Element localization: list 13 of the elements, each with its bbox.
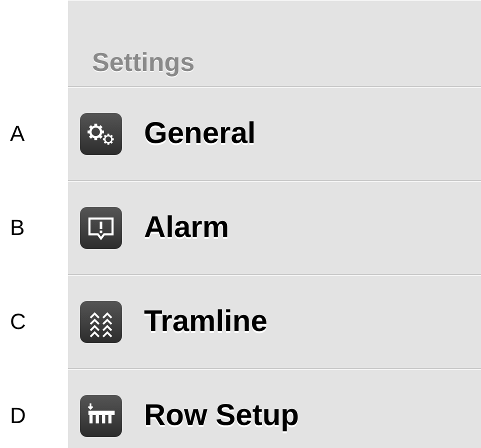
row-letter: C bbox=[10, 309, 26, 335]
section-title: Settings bbox=[92, 47, 195, 78]
gears-icon bbox=[88, 123, 114, 144]
settings-item[interactable]: General bbox=[68, 87, 481, 181]
settings-item[interactable]: Row Setup bbox=[68, 369, 481, 448]
chevrons-icon bbox=[90, 312, 112, 337]
row-letter: D bbox=[10, 403, 26, 429]
row-letter: A bbox=[10, 121, 25, 147]
settings-item[interactable]: Alarm bbox=[68, 181, 481, 275]
settings-item[interactable]: Tramline bbox=[68, 275, 481, 369]
row-setup-icon bbox=[88, 402, 115, 423]
alert-icon bbox=[88, 217, 114, 240]
row-letter: B bbox=[10, 215, 25, 241]
